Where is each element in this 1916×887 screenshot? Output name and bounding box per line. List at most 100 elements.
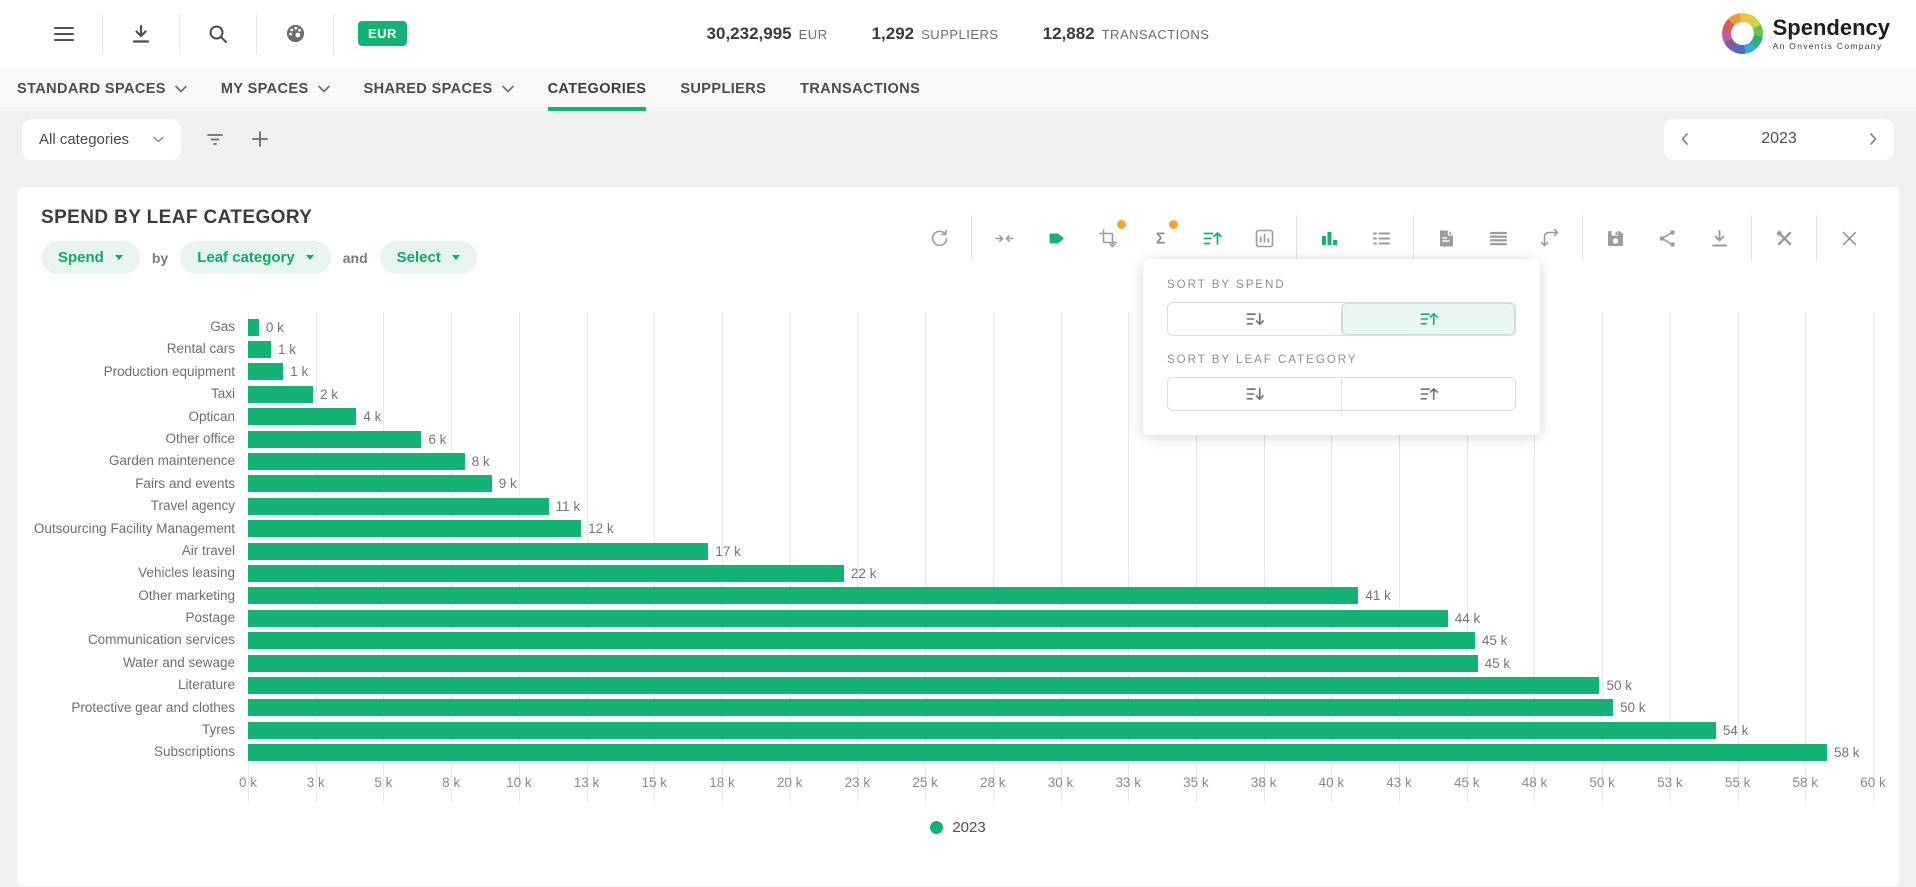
next-year-button[interactable] bbox=[1869, 132, 1878, 146]
nav-categories[interactable]: CATEGORIES bbox=[548, 67, 647, 111]
bar[interactable] bbox=[248, 744, 1827, 761]
bar-row: 9 k bbox=[248, 473, 1873, 495]
bar-value-label: 45 k bbox=[1485, 656, 1511, 671]
chevron-down-icon bbox=[306, 255, 314, 260]
nav-standard-spaces[interactable]: STANDARD SPACES bbox=[17, 67, 187, 111]
search-button[interactable] bbox=[180, 0, 256, 67]
bar-rows: 0 k1 k1 k2 k4 k6 k8 k9 k11 k12 k17 k22 k… bbox=[248, 316, 1873, 764]
secondary-selector[interactable]: Select bbox=[380, 241, 477, 274]
nav-shared-spaces[interactable]: SHARED SPACES bbox=[364, 67, 514, 111]
list-icon bbox=[1371, 228, 1392, 249]
bar[interactable] bbox=[248, 363, 283, 380]
legend-label: 2023 bbox=[952, 819, 985, 836]
bar-value-label: 2 k bbox=[320, 387, 338, 402]
chart-options-button[interactable] bbox=[1238, 215, 1290, 261]
bar[interactable] bbox=[248, 319, 259, 336]
chevron-down-icon bbox=[153, 136, 164, 143]
nav-suppliers[interactable]: SUPPLIERS bbox=[680, 67, 766, 111]
category-filter-dropdown[interactable]: All categories bbox=[22, 119, 181, 160]
bar-value-label: 0 k bbox=[266, 320, 284, 335]
reset-button[interactable] bbox=[913, 215, 965, 261]
logo-donut-icon bbox=[1722, 13, 1763, 54]
x-tick-label: 38 k bbox=[1251, 775, 1277, 790]
bar[interactable] bbox=[248, 632, 1475, 649]
table-view-button[interactable] bbox=[1472, 215, 1524, 261]
tools-button[interactable] bbox=[1758, 215, 1810, 261]
bar[interactable] bbox=[248, 543, 708, 560]
measure-selector[interactable]: Spend bbox=[41, 241, 140, 274]
collapse-columns-button[interactable] bbox=[978, 215, 1030, 261]
pivot-button[interactable] bbox=[1524, 215, 1576, 261]
palette-button[interactable] bbox=[257, 0, 333, 67]
nav-transactions[interactable]: TRANSACTIONS bbox=[800, 67, 920, 111]
filter-bar: All categories 2023 bbox=[0, 111, 1916, 167]
list-view-button[interactable] bbox=[1355, 215, 1407, 261]
bar-value-label: 1 k bbox=[290, 364, 308, 379]
bar[interactable] bbox=[248, 408, 356, 425]
menu-button[interactable] bbox=[26, 0, 102, 67]
bar[interactable] bbox=[248, 655, 1478, 672]
share-button[interactable] bbox=[1641, 215, 1693, 261]
sort-spend-descending-button[interactable] bbox=[1168, 303, 1341, 335]
sort-ascending-icon bbox=[1202, 228, 1223, 249]
sort-category-label: SORT BY LEAF CATEGORY bbox=[1167, 354, 1516, 366]
bar-value-label: 17 k bbox=[715, 544, 741, 559]
save-button[interactable] bbox=[1589, 215, 1641, 261]
bar[interactable] bbox=[248, 475, 492, 492]
sort-category-ascending-button[interactable] bbox=[1341, 378, 1515, 410]
bar[interactable] bbox=[248, 565, 844, 582]
bar-value-label: 4 k bbox=[363, 409, 381, 424]
bar-value-label: 50 k bbox=[1606, 678, 1632, 693]
close-panel-button[interactable] bbox=[1823, 215, 1875, 261]
bar[interactable] bbox=[248, 610, 1448, 627]
bar[interactable] bbox=[248, 587, 1358, 604]
reset-icon bbox=[929, 228, 950, 249]
category-label: Communication services bbox=[17, 629, 248, 651]
bar-row: 8 k bbox=[248, 450, 1873, 472]
x-tick-label: 13 k bbox=[574, 775, 600, 790]
save-icon bbox=[1605, 228, 1626, 249]
sum-button[interactable]: Σ bbox=[1134, 215, 1186, 261]
bar[interactable] bbox=[248, 722, 1716, 739]
top-bar: EUR 30,232,995 EUR 1,292 SUPPLIERS 12,88… bbox=[0, 0, 1916, 67]
filter-button[interactable] bbox=[205, 129, 225, 149]
bar[interactable] bbox=[248, 677, 1599, 694]
logo-name: Spendency bbox=[1773, 16, 1890, 39]
bar[interactable] bbox=[248, 341, 271, 358]
x-tick-label: 43 k bbox=[1386, 775, 1412, 790]
add-filter-button[interactable] bbox=[251, 130, 269, 148]
bar[interactable] bbox=[248, 520, 581, 537]
sort-spend-control bbox=[1167, 302, 1516, 336]
sort-spend-ascending-button[interactable] bbox=[1341, 303, 1515, 335]
bar[interactable] bbox=[248, 699, 1613, 716]
nav-my-spaces[interactable]: MY SPACES bbox=[221, 67, 330, 111]
tools-icon bbox=[1774, 228, 1795, 249]
bar[interactable] bbox=[248, 431, 421, 448]
dimension-selector[interactable]: Leaf category bbox=[180, 241, 331, 274]
sort-button[interactable] bbox=[1186, 215, 1238, 261]
bar[interactable] bbox=[248, 453, 465, 470]
bar-row: 50 k bbox=[248, 674, 1873, 696]
bar-value-label: 12 k bbox=[588, 521, 614, 536]
download-button[interactable] bbox=[103, 0, 179, 67]
report-button[interactable] bbox=[1420, 215, 1472, 261]
x-tick-label: 10 k bbox=[506, 775, 532, 790]
bar[interactable] bbox=[248, 498, 549, 515]
bar-chart-view-button[interactable] bbox=[1303, 215, 1355, 261]
bar-row: 45 k bbox=[248, 652, 1873, 674]
sort-descending-icon bbox=[1245, 384, 1265, 404]
crop-button[interactable] bbox=[1082, 215, 1134, 261]
tag-button[interactable] bbox=[1030, 215, 1082, 261]
bar-row: 54 k bbox=[248, 719, 1873, 741]
currency-badge[interactable]: EUR bbox=[358, 21, 407, 46]
category-label: Vehicles leasing bbox=[17, 562, 248, 584]
previous-year-button[interactable] bbox=[1680, 132, 1689, 146]
gridline bbox=[1873, 312, 1874, 802]
x-tick-label: 48 k bbox=[1522, 775, 1548, 790]
sort-category-descending-button[interactable] bbox=[1168, 378, 1341, 410]
bar[interactable] bbox=[248, 386, 313, 403]
bar-row: 17 k bbox=[248, 540, 1873, 562]
category-label: Fairs and events bbox=[17, 473, 248, 495]
export-download-button[interactable] bbox=[1693, 215, 1745, 261]
stat-value: 1,292 bbox=[872, 24, 915, 44]
